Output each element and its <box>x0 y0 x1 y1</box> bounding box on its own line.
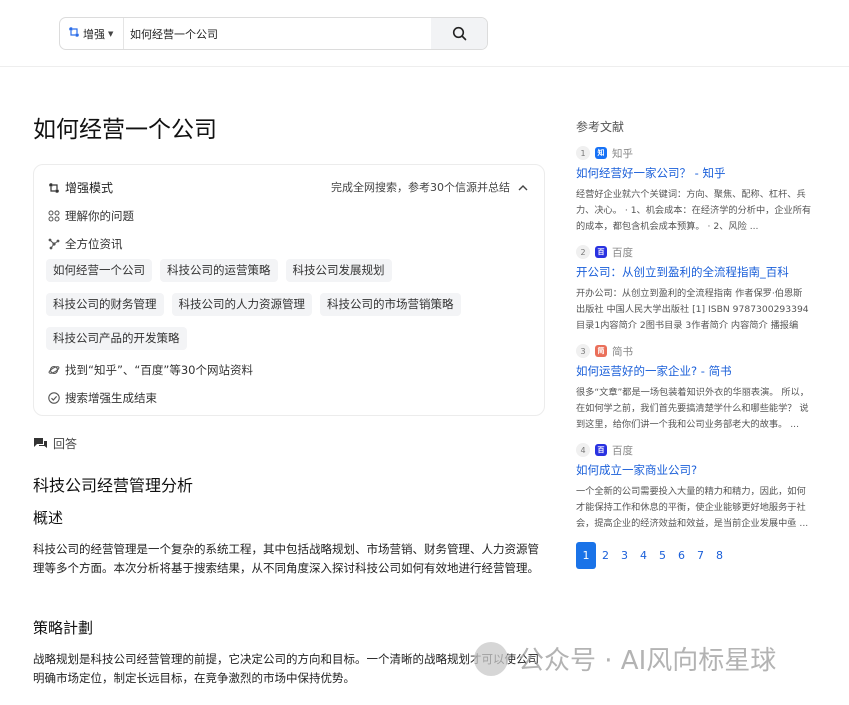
search-input[interactable] <box>124 18 431 49</box>
reference-link[interactable]: 如何运营好的一家企业? - 简书 <box>576 363 812 379</box>
page-8-button[interactable]: 8 <box>710 542 729 569</box>
reference-source-name: 百度 <box>612 246 633 259</box>
step-found-label: 找到“知乎”、“百度”等30个网站资料 <box>65 363 253 377</box>
answer-header: 回答 <box>33 435 77 452</box>
enhance-summary-text: 完成全网搜索，参考30个信源并总结 <box>331 181 510 194</box>
grid-icon <box>48 210 60 222</box>
section-title-strategy: 策略計劃 <box>33 619 94 637</box>
baidu-icon: 百 <box>595 246 607 258</box>
reference-link[interactable]: 如何经营好一家公司？ - 知乎 <box>576 165 812 181</box>
reference-snippet: 很多“文章”都是一场包装着知识外衣的华丽表演。 所以，在如何学之前，我们首先要搞… <box>576 387 809 430</box>
reference-number: 1 <box>576 146 590 160</box>
page-6-button[interactable]: 6 <box>672 542 691 569</box>
network-icon <box>48 238 60 250</box>
page-2-button[interactable]: 2 <box>596 542 615 569</box>
reference-link[interactable]: 如何成立一家商业公司? <box>576 462 812 478</box>
keyword-chip[interactable]: 科技公司的市场营销策略 <box>320 293 461 316</box>
section-text-strategy: 战略规划是科技公司经营管理的前提，它决定公司的方向和目标。一个清晰的战略规划才可… <box>33 652 539 685</box>
reference-item: 1 知 知乎 如何经营好一家公司？ - 知乎 经营好企业就六个关键词：方向、聚焦… <box>576 146 812 235</box>
reference-snippet: 一个全新的公司需要投入大量的精力和精力，因此，如何才能保持工作和休息的平衡，使企… <box>576 486 809 529</box>
reference-source: 3 简 简书 <box>576 344 812 358</box>
reference-source-name: 百度 <box>612 444 633 457</box>
search-bar: 增强 ▼ <box>59 17 488 50</box>
page-title: 如何经营一个公司 <box>33 117 217 143</box>
check-circle-icon <box>48 392 60 404</box>
top-header: 增强 ▼ <box>0 0 849 67</box>
reference-item: 4 百 百度 如何成立一家商业公司? 一个全新的公司需要投入大量的精力和精力，因… <box>576 443 812 532</box>
answer-label: 回答 <box>53 437 78 451</box>
keyword-chip[interactable]: 科技公司发展规划 <box>285 259 392 282</box>
enhance-mode-panel: 增强模式 完成全网搜索，参考30个信源并总结 理解你的问题 全方位资讯 如何经营… <box>33 164 545 416</box>
step-understand-label: 理解你的问题 <box>65 209 134 223</box>
reference-source-name: 知乎 <box>612 147 633 160</box>
step-understand: 理解你的问题 <box>48 208 134 224</box>
enhance-mode-icon <box>68 26 80 41</box>
keyword-chips: 如何经营一个公司 科技公司的运营策略 科技公司发展规划 科技公司的财务管理 科技… <box>46 259 516 350</box>
reference-number: 3 <box>576 344 590 358</box>
page-1-button[interactable]: 1 <box>576 542 596 569</box>
enhance-summary-toggle[interactable]: 完成全网搜索，参考30个信源并总结 <box>331 179 528 195</box>
reference-source: 2 百 百度 <box>576 245 812 259</box>
page-5-button[interactable]: 5 <box>653 542 672 569</box>
page-3-button[interactable]: 3 <box>615 542 634 569</box>
reference-source: 4 百 百度 <box>576 443 812 457</box>
keyword-chip[interactable]: 科技公司的财务管理 <box>46 293 164 316</box>
step-done: 搜索增强生成结束 <box>48 390 157 406</box>
chevron-up-icon <box>518 184 528 190</box>
planet-icon <box>48 365 60 375</box>
enhance-mode-header: 增强模式 <box>48 179 113 196</box>
zhihu-icon: 知 <box>595 147 607 159</box>
step-found: 找到“知乎”、“百度”等30个网站资料 <box>48 362 253 378</box>
watermark-text: 公众号 · AI风向标星球 <box>518 646 777 676</box>
page-4-button[interactable]: 4 <box>634 542 653 569</box>
watermark: 公众号 · AI风向标星球 <box>474 640 776 677</box>
search-button[interactable] <box>431 18 487 49</box>
pagination: 1 2 3 4 5 6 7 8 <box>576 542 729 569</box>
enhance-mode-label: 增强模式 <box>65 181 114 195</box>
reference-source-name: 简书 <box>612 345 633 358</box>
reference-source: 1 知 知乎 <box>576 146 812 160</box>
reference-snippet: 经营好企业就六个关键词：方向、聚焦、配称、杠杆、兵力、决心。 · 1、机会成本：… <box>576 189 812 232</box>
section-title-overview: 概述 <box>33 509 64 527</box>
keyword-chip[interactable]: 科技公司的人力资源管理 <box>171 293 312 316</box>
reference-number: 4 <box>576 443 590 457</box>
step-info-label: 全方位资讯 <box>65 237 123 251</box>
step-done-label: 搜索增强生成结束 <box>65 391 157 405</box>
baidu-icon: 百 <box>595 444 607 456</box>
page-7-button[interactable]: 7 <box>691 542 710 569</box>
search-mode-label: 增强 <box>83 27 105 41</box>
jianshu-icon: 简 <box>595 345 607 357</box>
keyword-chip[interactable]: 如何经营一个公司 <box>46 259 152 282</box>
references-title: 参考文献 <box>576 120 625 134</box>
step-info: 全方位资讯 <box>48 236 123 252</box>
answer-title: 科技公司经营管理分析 <box>33 476 194 495</box>
keyword-chip[interactable]: 科技公司产品的开发策略 <box>46 327 187 350</box>
reference-number: 2 <box>576 245 590 259</box>
enhance-mode-icon <box>49 182 59 193</box>
section-text-overview: 科技公司的经营管理是一个复杂的系统工程，其中包括战略规划、市场营销、财务管理、人… <box>33 542 539 575</box>
search-icon <box>452 26 466 41</box>
reference-item: 2 百 百度 开公司：从创立到盈利的全流程指南_百科 开办公司：从创立到盈利的全… <box>576 245 812 334</box>
reference-link[interactable]: 开公司：从创立到盈利的全流程指南_百科 <box>576 264 812 280</box>
reference-snippet: 开办公司：从创立到盈利的全流程指南 作者保罗·伯恩斯 出版社 中国人民大学出版社… <box>576 288 809 331</box>
chat-icon <box>34 437 47 448</box>
caret-down-icon: ▼ <box>108 29 114 38</box>
search-mode-dropdown[interactable]: 增强 ▼ <box>60 18 124 49</box>
keyword-chip[interactable]: 科技公司的运营策略 <box>160 259 278 282</box>
reference-item: 3 简 简书 如何运营好的一家企业? - 简书 很多“文章”都是一场包装着知识外… <box>576 344 812 433</box>
wechat-logo-icon <box>474 641 508 676</box>
